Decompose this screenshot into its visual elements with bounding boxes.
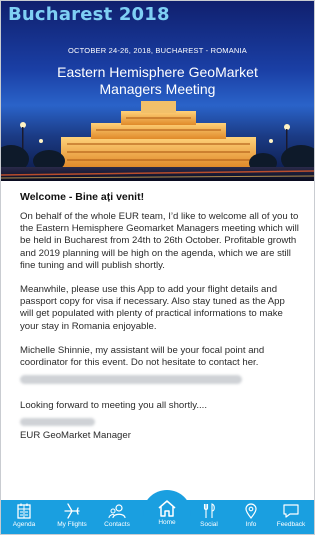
assistant-paragraph: Michelle Shinnie, my assistant will be y… <box>20 344 265 369</box>
nav-social[interactable]: Social <box>191 502 227 534</box>
event-title-line-1: Eastern Hemisphere GeoMarket <box>57 64 258 80</box>
nav-my-flights-label: My Flights <box>57 521 87 528</box>
nav-info-label: Info <box>245 521 257 528</box>
contacts-icon <box>108 504 126 519</box>
nav-home-label: Home <box>158 519 176 526</box>
nav-info[interactable]: Info <box>233 502 269 534</box>
event-brand: Bucharest 2018 <box>8 4 170 25</box>
event-title-line-2: Managers Meeting <box>99 81 216 97</box>
nav-social-label: Social <box>200 521 218 528</box>
plane-icon <box>64 503 80 519</box>
redacted-contact-line <box>20 375 242 385</box>
nav-agenda-label: Agenda <box>12 521 36 528</box>
nav-home[interactable]: Home <box>149 500 185 534</box>
redacted-signature-name <box>20 418 95 427</box>
social-icon <box>203 503 215 518</box>
nav-contacts-label: Contacts <box>104 521 130 528</box>
nav-contacts[interactable]: Contacts <box>99 502 135 534</box>
welcome-paragraph: On behalf of the whole EUR team, I’d lik… <box>20 211 299 271</box>
event-title: Eastern Hemisphere GeoMarket Managers Me… <box>1 64 314 98</box>
app-usage-paragraph: Meanwhile, please use this App to add yo… <box>20 284 285 332</box>
nav-feedback[interactable]: Feedback <box>271 502 311 534</box>
nav-my-flights[interactable]: My Flights <box>51 502 93 534</box>
welcome-heading: Welcome - Bine ați venit! <box>20 191 145 203</box>
event-banner: Bucharest 2018 OCTOBER 24-26, 2018, BUCH… <box>1 1 314 181</box>
home-icon <box>158 500 176 517</box>
closing-line: Looking forward to meeting you all short… <box>20 400 207 412</box>
agenda-icon <box>17 503 31 519</box>
welcome-content: Welcome - Bine ați venit! On behalf of t… <box>20 191 300 441</box>
event-date: OCTOBER 24-26, 2018, BUCHAREST - ROMANIA <box>67 46 248 55</box>
feedback-icon <box>283 504 299 518</box>
palace-night-image <box>1 101 314 181</box>
app-screen: Bucharest 2018 OCTOBER 24-26, 2018, BUCH… <box>0 0 315 535</box>
info-location-icon <box>245 503 257 519</box>
nav-agenda[interactable]: Agenda <box>6 502 42 534</box>
signature-title: EUR GeoMarket Manager <box>20 430 131 442</box>
nav-feedback-label: Feedback <box>276 521 306 528</box>
